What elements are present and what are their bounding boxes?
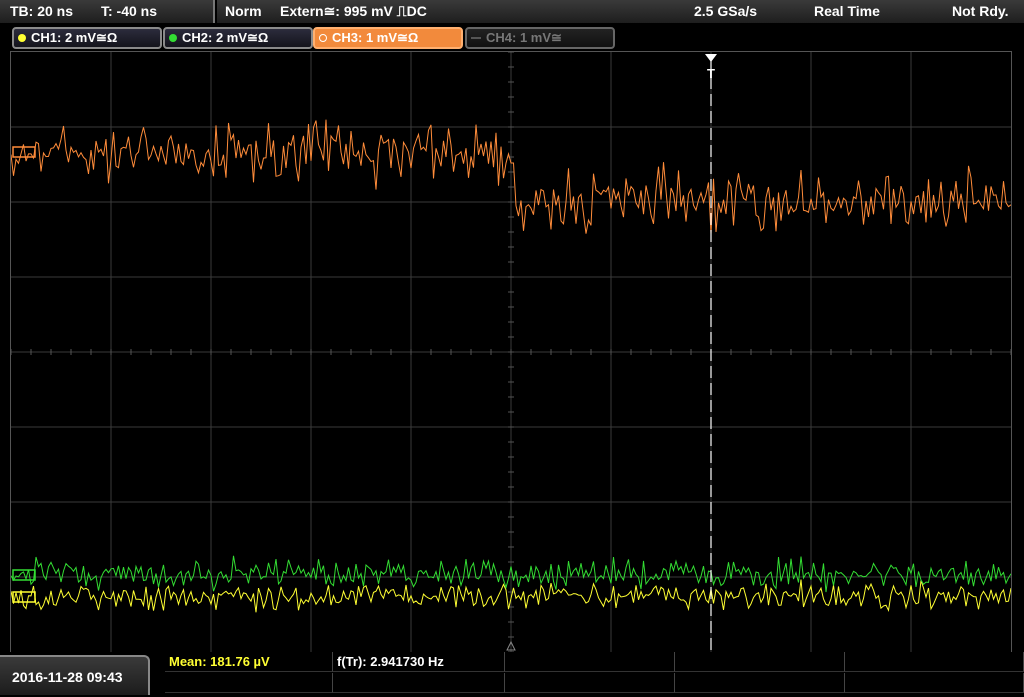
acquisition-status: Not Rdy. [952, 3, 1009, 19]
measurement-mean[interactable]: Mean: 181.76 µV [165, 652, 333, 672]
ch4-label: CH4: 1 mV≅ [486, 30, 562, 45]
ch4-color-dot-icon [471, 37, 481, 39]
trigger-position-arrow-icon[interactable] [705, 54, 717, 62]
bottom-bar: 2016-11-28 09:43 Mean: 181.76 µV f(Tr): … [0, 652, 1024, 695]
channel-tab-ch3[interactable]: CH3: 1 mV≅Ω [313, 27, 463, 49]
measurement-slot-9[interactable] [675, 673, 845, 693]
measurement-slot-8[interactable] [505, 673, 675, 693]
channel-tab-ch4[interactable]: CH4: 1 mV≅ [465, 27, 615, 49]
measurement-slot-7[interactable] [333, 673, 505, 693]
measurement-slot-6[interactable] [165, 673, 333, 693]
ch2-label: CH2: 2 mV≅Ω [182, 30, 269, 45]
waveform-svg: T [11, 52, 1011, 652]
measurement-slot-3[interactable] [505, 652, 675, 672]
trigger-time-value[interactable]: T: -40 ns [101, 0, 157, 23]
timebase-panel[interactable]: TB: 20 ns T: -40 ns [0, 0, 215, 23]
sample-rate[interactable]: 2.5 GSa/s [694, 0, 757, 23]
ch2-ground-marker-icon[interactable] [12, 569, 36, 581]
trigger-marker-label: T [707, 66, 715, 81]
measurement-frequency[interactable]: f(Tr): 2.941730 Hz [333, 652, 505, 672]
measurement-panel[interactable]: Mean: 181.76 µV f(Tr): 2.941730 Hz [165, 652, 1024, 695]
graticule-grid [11, 52, 1011, 652]
ch1-label: CH1: 2 mV≅Ω [31, 30, 118, 45]
datetime-display: 2016-11-28 09:43 [0, 655, 150, 695]
ch1-color-dot-icon [18, 34, 26, 42]
channel-tab-ch1[interactable]: CH1: 2 mV≅Ω [12, 27, 162, 49]
channel-tab-ch2[interactable]: CH2: 2 mV≅Ω [163, 27, 313, 49]
measurement-slot-5[interactable] [845, 652, 1024, 672]
ch2-color-dot-icon [169, 34, 177, 42]
waveform-display[interactable]: T [10, 51, 1012, 653]
acquisition-mode[interactable]: Real Time [814, 0, 880, 23]
ch3-color-dot-icon [319, 34, 327, 42]
trigger-source[interactable]: Extern≅: 995 mV ⎍DC [280, 0, 427, 23]
timebase-value[interactable]: TB: 20 ns [10, 0, 73, 23]
trigger-acquisition-panel[interactable]: Norm Extern≅: 995 mV ⎍DC 2.5 GSa/s Real … [217, 0, 1024, 23]
channel-tab-row: CH1: 2 mV≅Ω CH2: 2 mV≅Ω CH3: 1 mV≅Ω CH4:… [0, 25, 1024, 49]
measurement-slot-10[interactable] [845, 673, 1024, 693]
measurement-slot-4[interactable] [675, 652, 845, 672]
top-status-bar: TB: 20 ns T: -40 ns Norm Extern≅: 995 mV… [0, 0, 1024, 24]
trigger-mode[interactable]: Norm [225, 0, 262, 23]
ch3-label: CH3: 1 mV≅Ω [332, 30, 419, 45]
